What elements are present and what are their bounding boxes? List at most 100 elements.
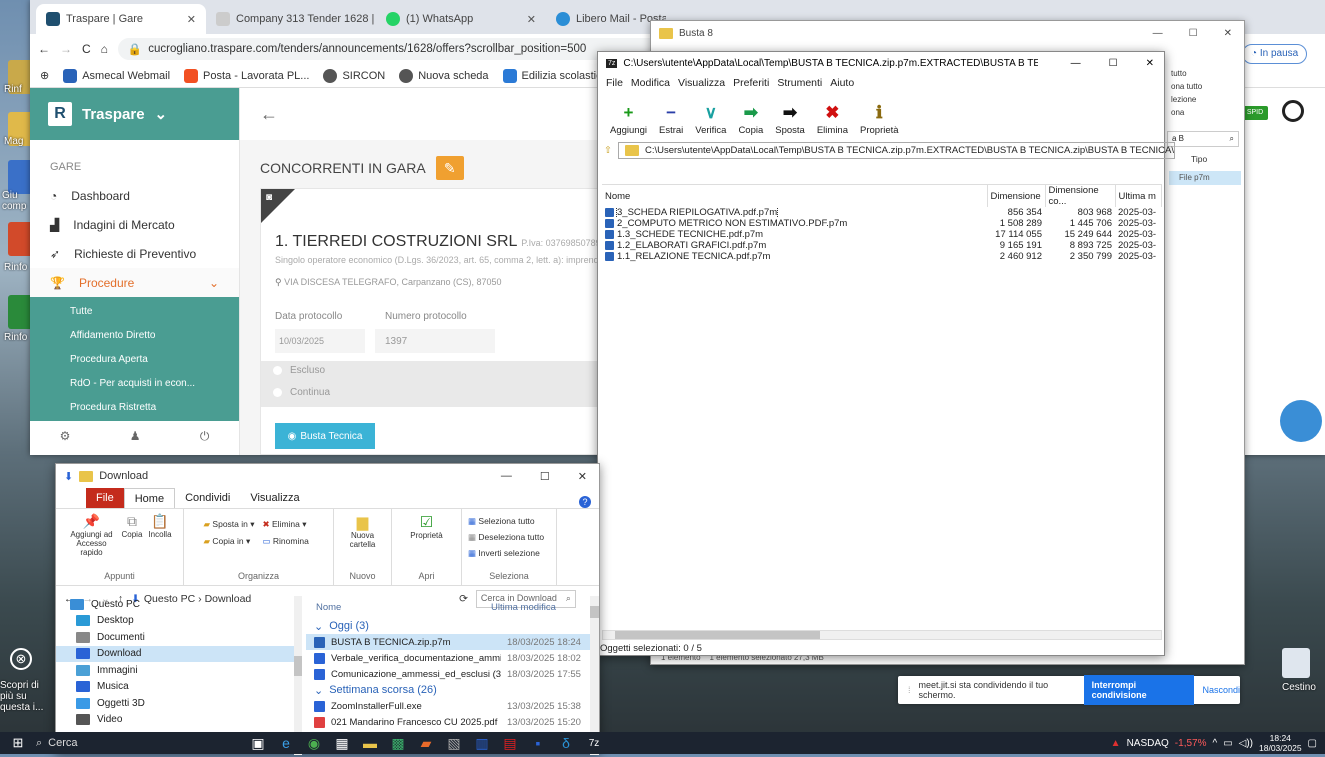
table-row[interactable]: 1.1_RELAZIONE TECNICA.pdf.p7m 2 460 912 2 … xyxy=(602,251,1162,262)
app-icon[interactable]: ▩ xyxy=(384,732,412,754)
home-icon[interactable]: ⌂ xyxy=(101,42,108,56)
delete-button[interactable]: ✖ Elimina ▾ xyxy=(263,519,314,530)
app-icon[interactable]: ▪ xyxy=(524,732,552,754)
close-icon[interactable]: ✕ xyxy=(578,470,587,483)
pdf-icon[interactable]: ▤ xyxy=(496,732,524,754)
volume-icon[interactable]: ◁)) xyxy=(1239,738,1253,749)
rename-button[interactable]: ▭ Rinomina xyxy=(263,536,314,547)
menu-strumenti[interactable]: Strumenti xyxy=(777,77,822,89)
new-folder-button[interactable]: ▆ Nuova cartella xyxy=(340,513,385,549)
tree-item[interactable]: Questo PC xyxy=(56,596,294,613)
chrome-icon[interactable]: ◉ xyxy=(300,732,328,754)
ribbon-item[interactable]: lezione xyxy=(1171,93,1202,106)
toolbar-button-estrai[interactable]: − Estrai xyxy=(653,103,689,136)
clock[interactable]: 18:24 18/03/2025 xyxy=(1259,733,1302,753)
invert-button[interactable]: ▦ Inverti selezione xyxy=(468,545,544,561)
toolbar-button-proprietà[interactable]: ℹ Proprietà xyxy=(854,103,905,136)
sidebar-item-dashboard[interactable]: ◔ Dashboard xyxy=(30,181,239,210)
minimize-icon[interactable]: — xyxy=(501,470,512,482)
network-icon[interactable]: ▭ xyxy=(1223,738,1232,749)
nasdaq-label[interactable]: NASDAQ xyxy=(1127,738,1169,749)
submenu-item[interactable]: Procedura Aperta xyxy=(30,347,239,371)
deselect-button[interactable]: ▦ Deseleziona tutto xyxy=(468,529,544,545)
h-scrollbar[interactable] xyxy=(602,630,1162,640)
edge-icon[interactable]: e xyxy=(272,732,300,754)
group-header-week[interactable]: ⌄ Settimana scorsa (26) xyxy=(306,682,596,698)
sidebar-item-procedure[interactable]: 🏆 Procedure ⌄ xyxy=(30,268,239,297)
tab-whatsapp[interactable]: (1) WhatsApp ✕ xyxy=(376,4,546,34)
submenu-item[interactable]: RdO - Per acquisti in econ... xyxy=(30,371,239,395)
notification-icon[interactable]: ▢ xyxy=(1308,738,1317,749)
app-icon[interactable]: ▰ xyxy=(412,732,440,754)
radio-escluso[interactable]: Escluso xyxy=(273,365,325,376)
col-modified[interactable]: Ultima modifica xyxy=(491,602,556,613)
bookmark[interactable]: SIRCON xyxy=(323,68,385,83)
tree-item[interactable]: Immagini xyxy=(56,662,294,679)
hide-button[interactable]: Nascondi xyxy=(1202,685,1240,695)
stop-sharing-button[interactable]: Interrompi condivisione xyxy=(1083,675,1195,705)
menu-visualizza[interactable]: Visualizza xyxy=(678,77,725,89)
minimize-icon[interactable]: — xyxy=(1071,58,1081,69)
calculator-icon[interactable]: ▦ xyxy=(328,732,356,754)
table-row[interactable]: 1.2_ELABORATI GRAFICI.pdf.p7m 9 165 191 8 … xyxy=(602,240,1162,251)
menu-preferiti[interactable]: Preferiti xyxy=(733,77,769,89)
move-button[interactable]: ▰ Sposta in ▾ xyxy=(204,519,255,530)
drag-handle-icon[interactable]: ⁞ xyxy=(908,685,911,695)
list-item[interactable]: ZoomInstallerFull.exe 13/03/2025 15:38 xyxy=(306,698,596,714)
list-item[interactable]: Comunicazione_ammessi_ed_esclusi (35)...… xyxy=(306,666,596,682)
up-folder-icon[interactable]: ⇧ xyxy=(604,145,612,156)
sidebar-item-indagini[interactable]: ▟ Indagini di Mercato xyxy=(30,210,239,239)
traspare-logo[interactable]: R Traspare ⌄ xyxy=(30,88,239,140)
sidebar-item-preventivo[interactable]: ➶ Richieste di Preventivo xyxy=(30,239,239,268)
path-input[interactable]: C:\Users\utente\AppData\Local\Temp\BUSTA… xyxy=(617,141,1175,159)
maximize-icon[interactable]: ☐ xyxy=(540,470,550,483)
tab-libero[interactable]: Libero Mail - Posta xyxy=(546,4,666,34)
toolbar-button-verifica[interactable]: ∨ Verifica xyxy=(689,103,732,136)
back-arrow-icon[interactable]: ← xyxy=(260,104,278,125)
spid-button[interactable]: SPID xyxy=(1242,106,1268,120)
ribbon-item[interactable]: tutto xyxy=(1171,67,1202,80)
maximize-icon[interactable]: ☐ xyxy=(1109,58,1118,69)
tab-file[interactable]: File xyxy=(86,488,124,508)
col-name[interactable]: Nome xyxy=(306,602,491,613)
tree-item[interactable]: Download xyxy=(56,645,294,662)
app-icon[interactable]: ▧ xyxy=(440,732,468,754)
avatar-assistant-icon[interactable] xyxy=(1280,400,1322,442)
close-icon[interactable]: ✕ xyxy=(527,13,536,26)
ribbon-item[interactable]: ona xyxy=(1171,106,1202,119)
paste-button[interactable]: 📋 Incolla xyxy=(148,513,171,557)
copy-button[interactable]: ⧉ Copia xyxy=(121,513,142,557)
settings-icon[interactable]: ⚙ xyxy=(60,429,71,443)
ribbon-item[interactable]: ona tutto xyxy=(1171,80,1202,93)
power-icon[interactable]: ⏻ xyxy=(200,429,210,444)
busta8-selected-row[interactable]: File p7m xyxy=(1169,171,1241,185)
file-explorer-icon[interactable]: ▬ xyxy=(356,732,384,754)
table-row[interactable]: 3_SCHEDA RIEPILOGATIVA.pdf.p7m 856 354 803… xyxy=(602,207,1162,218)
windows-start-icon[interactable]: ⊞ xyxy=(0,735,36,751)
list-item[interactable]: Verbale_verifica_documentazione_ammi... 1… xyxy=(306,650,596,666)
user-icon[interactable]: ♟ xyxy=(130,429,141,443)
help-icon[interactable]: ? xyxy=(579,496,591,508)
taskbar-search[interactable]: ⌕ Cerca xyxy=(36,737,226,750)
col-size[interactable]: Dimensione xyxy=(987,185,1046,207)
col-name[interactable]: Nome xyxy=(602,185,988,207)
menu-aiuto[interactable]: Aiuto xyxy=(830,77,854,89)
tree-item[interactable]: Desktop xyxy=(56,613,294,630)
forward-icon[interactable]: → xyxy=(60,42,72,56)
tray-chevron-icon[interactable]: ^ xyxy=(1212,738,1217,749)
minimize-icon[interactable]: — xyxy=(1153,28,1163,39)
edit-button[interactable]: ✎ xyxy=(435,156,464,180)
close-icon[interactable]: ✕ xyxy=(1146,58,1154,69)
tab-visualizza[interactable]: Visualizza xyxy=(240,488,309,508)
list-item[interactable]: BUSTA B TECNICA.zip.p7m 18/03/2025 18:24 xyxy=(306,634,596,650)
scroll-thumb[interactable] xyxy=(294,656,302,676)
tab-condividi[interactable]: Condividi xyxy=(175,488,240,508)
pause-button[interactable]: ◔ In pausa xyxy=(1242,44,1308,64)
spotlight-icon[interactable]: ⊗ xyxy=(10,648,32,670)
busta-tecnica-button[interactable]: ◉ Busta Tecnica xyxy=(275,423,375,449)
app-icon[interactable]: δ xyxy=(552,732,580,754)
table-row[interactable]: 1.3_SCHEDE TECNICHE.pdf.p7m 17 114 055 15 … xyxy=(602,229,1162,240)
submenu-item[interactable]: Affidamento Diretto xyxy=(30,323,239,347)
menu-modifica[interactable]: Modifica xyxy=(631,77,670,89)
toolbar-button-copia[interactable]: ➡ Copia xyxy=(732,103,769,136)
